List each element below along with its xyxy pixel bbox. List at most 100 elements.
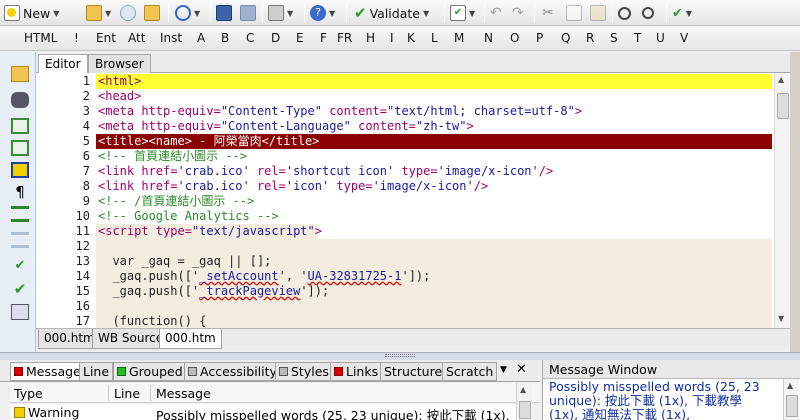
toolbar-separator — [210, 4, 211, 22]
scrollbar-thumb[interactable] — [777, 93, 789, 119]
tag-button-p[interactable]: P — [536, 31, 543, 45]
highlight-icon[interactable] — [11, 162, 29, 178]
chevron-down-icon: ▼ — [469, 8, 476, 18]
tab-grouped[interactable]: Grouped — [113, 362, 187, 381]
tag-button-d[interactable]: D — [271, 31, 280, 45]
tag-button-c[interactable]: C — [246, 31, 254, 45]
code-token: > — [574, 104, 583, 118]
indent-icon[interactable] — [11, 140, 29, 156]
tag-button-s[interactable]: S — [610, 31, 618, 45]
tab-editor[interactable]: Editor — [38, 54, 88, 74]
wrap-icon[interactable] — [11, 232, 29, 248]
check-document-button[interactable]: ✔ ▼ — [450, 3, 475, 23]
editor-view-tabs: Editor Browser — [36, 53, 800, 74]
tag-button-m[interactable]: M — [454, 31, 464, 45]
tag-button-inst[interactable]: Inst — [160, 31, 182, 45]
tag-button-f[interactable]: F — [320, 31, 327, 45]
find-button[interactable] — [618, 3, 631, 23]
reload-button[interactable]: ▼ — [175, 3, 200, 23]
close-icon[interactable]: ✕ — [516, 362, 527, 377]
table-row[interactable]: Warning Possibly misspelled words (25, 2… — [10, 404, 516, 420]
tag-button-fr[interactable]: FR — [337, 31, 352, 45]
message-window-text: Possibly misspelled words (25, 23 unique… — [549, 379, 760, 420]
column-header-message[interactable]: Message — [156, 386, 211, 401]
align-left-icon[interactable] — [11, 206, 29, 222]
paste-button[interactable] — [590, 3, 606, 23]
tag-button-e[interactable]: E — [296, 31, 304, 45]
save-button[interactable] — [216, 3, 232, 23]
tag-button-att[interactable]: Att — [128, 31, 145, 45]
copy-button[interactable] — [566, 3, 582, 23]
scroll-up-icon[interactable]: ▲ — [520, 385, 526, 394]
open-folder-button[interactable] — [144, 3, 160, 23]
numbered-list-icon[interactable] — [11, 118, 29, 134]
tab-line[interactable]: Line — [79, 362, 114, 381]
tag-button-ent[interactable]: Ent — [96, 31, 116, 45]
print-button[interactable]: ▼ — [268, 3, 293, 23]
code-editor[interactable]: 1 2 3 4 5 6 7 8 9 10 11 12 13 14 15 16 1… — [36, 73, 774, 328]
new-label: New — [23, 5, 51, 21]
tag-button-o[interactable]: O — [510, 31, 519, 45]
tab-browser[interactable]: Browser — [88, 54, 151, 73]
replace-button[interactable] — [642, 3, 654, 23]
tag-button-u[interactable]: U — [656, 31, 665, 45]
column-header-line[interactable]: Line — [114, 386, 140, 401]
tag-button-k[interactable]: K — [407, 31, 415, 45]
tag-button-q[interactable]: Q — [561, 31, 570, 45]
tag-button-b[interactable]: B — [221, 31, 229, 45]
code-token: <link href= — [98, 164, 178, 178]
tag-button-t[interactable]: T — [634, 31, 641, 45]
tag-button-bang[interactable]: ! — [74, 31, 79, 45]
tab-message[interactable]: Message — [10, 362, 85, 381]
open-button[interactable]: ▼ — [86, 3, 111, 23]
tab-list-dropdown-icon[interactable]: ▼ — [500, 365, 507, 375]
code-token: UA-32831725-1 — [307, 269, 402, 283]
scrollbar-thumb[interactable] — [519, 401, 531, 419]
message-window-scrollbar[interactable]: ▲ — [783, 379, 799, 420]
scroll-up-icon[interactable]: ▲ — [778, 75, 784, 84]
tag-button-r[interactable]: R — [586, 31, 594, 45]
code-token: rel= — [249, 164, 286, 178]
column-header-type[interactable]: Type — [14, 386, 43, 401]
tab-wb-source[interactable]: WB Source — [92, 329, 170, 349]
tag-button-i[interactable]: I — [390, 31, 394, 45]
spell-check-button[interactable]: ✔ ▼ — [672, 3, 692, 23]
results-scrollbar[interactable]: ▲ — [516, 383, 532, 420]
scroll-down-icon[interactable]: ▼ — [778, 314, 784, 323]
scroll-up-icon[interactable]: ▲ — [787, 381, 793, 390]
tag-button-n[interactable]: N — [484, 31, 493, 45]
code-token: "zh-tw" — [415, 119, 467, 133]
undo-button[interactable]: ↶ — [490, 3, 502, 23]
editor-vertical-scrollbar[interactable]: ▲ ▼ — [774, 73, 790, 328]
tab-scratch[interactable]: Scratch — [442, 362, 498, 381]
save-all-button[interactable] — [240, 3, 256, 23]
line-number: 6 — [82, 149, 90, 163]
panel-splitter[interactable] — [0, 352, 800, 360]
scrollbar-thumb[interactable] — [786, 395, 798, 417]
new-document-button[interactable]: New ▼ — [4, 3, 59, 23]
tag-button-h[interactable]: H — [366, 31, 375, 45]
tab-structure[interactable]: Structure — [380, 362, 447, 381]
redo-button[interactable]: ↷ — [512, 3, 524, 23]
open-remote-button[interactable] — [120, 3, 136, 23]
tag-button-a[interactable]: A — [197, 31, 205, 45]
checkmark-icon[interactable]: ✔ — [11, 280, 29, 298]
spell-check-icon[interactable]: ✔ — [11, 258, 29, 274]
tab-document-000-active[interactable]: 000.htm — [159, 329, 222, 349]
help-button[interactable]: ? ▼ — [310, 3, 335, 23]
tab-accessibility[interactable]: Accessibility — [184, 362, 281, 381]
code-line: <meta http-equiv="Content-Language" cont… — [98, 119, 474, 134]
scissors-icon: ✂ — [542, 5, 554, 21]
paragraph-icon[interactable]: ¶ — [11, 184, 29, 200]
validate-button[interactable]: ✔ Validate ▼ — [354, 3, 429, 23]
tab-links[interactable]: Links — [330, 362, 383, 381]
tag-button-l[interactable]: L — [431, 31, 438, 45]
cut-button[interactable]: ✂ — [542, 3, 554, 23]
format-icon[interactable] — [11, 304, 29, 320]
tag-button-v[interactable]: V — [680, 31, 688, 45]
folder-icon[interactable] — [11, 66, 29, 82]
binoculars-icon[interactable] — [11, 92, 29, 108]
line-number: 11 — [75, 224, 90, 238]
tab-styles[interactable]: Styles — [275, 362, 333, 381]
tag-button-html[interactable]: HTML — [24, 31, 57, 45]
